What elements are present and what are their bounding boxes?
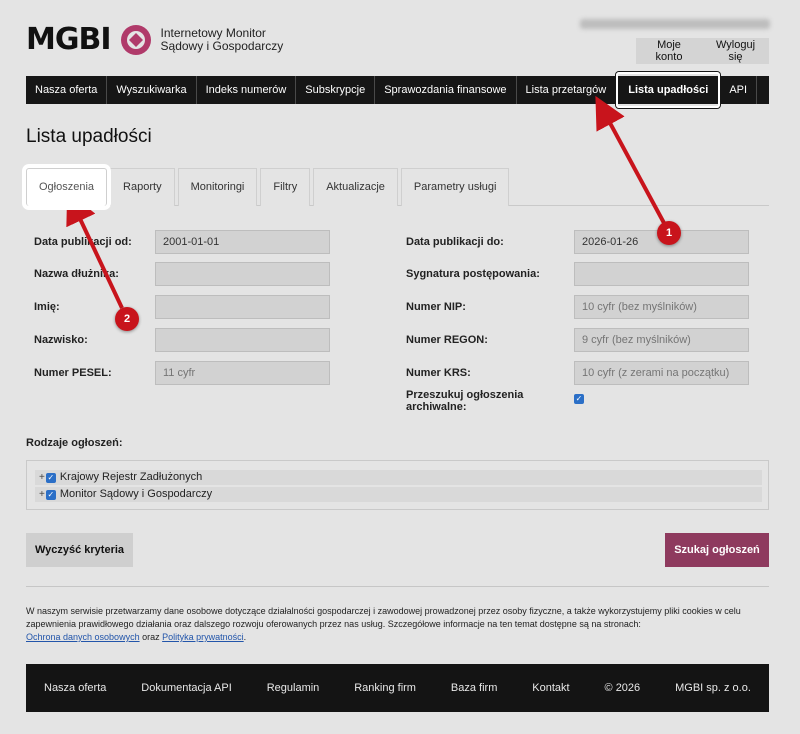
last-name-input[interactable] bbox=[155, 328, 330, 352]
nip-input[interactable] bbox=[574, 295, 749, 319]
nav-item-subscriptions[interactable]: Subskrypcje bbox=[296, 76, 376, 104]
label-case-signature: Sygnatura postępowania: bbox=[406, 268, 540, 280]
tab-monitorings[interactable]: Monitoringi bbox=[177, 168, 258, 206]
tree-item-msig[interactable]: + ✓ Monitor Sądowy i Gospodarczy bbox=[35, 487, 762, 502]
annotation-arrow-1 bbox=[595, 95, 666, 224]
annotation-badge-1: 1 bbox=[657, 221, 681, 245]
footer-company: MGBI sp. z o.o. bbox=[675, 682, 751, 694]
date-from-input[interactable] bbox=[155, 230, 330, 254]
footer-link-company-db[interactable]: Baza firm bbox=[451, 682, 497, 694]
logo-mark-icon bbox=[120, 24, 151, 55]
nav-item-offer[interactable]: Nasza oferta bbox=[26, 76, 108, 104]
label-krs: Numer KRS: bbox=[406, 367, 471, 379]
user-email-blurred bbox=[580, 19, 770, 29]
footer-link-ranking[interactable]: Ranking firm bbox=[354, 682, 416, 694]
expand-icon[interactable]: + bbox=[39, 470, 45, 485]
nav-item-financial-reports[interactable]: Sprawozdania finansowe bbox=[375, 76, 517, 104]
label-regon: Numer REGON: bbox=[406, 334, 488, 346]
footer-link-api-docs[interactable]: Dokumentacja API bbox=[141, 682, 232, 694]
nav-item-tenders[interactable]: Lista przetargów bbox=[517, 76, 617, 104]
case-signature-input[interactable] bbox=[574, 262, 749, 286]
label-last-name: Nazwisko: bbox=[34, 334, 88, 346]
label-pesel: Numer PESEL: bbox=[34, 367, 112, 379]
label-date-to: Data publikacji do: bbox=[406, 236, 504, 248]
footer-link-contact[interactable]: Kontakt bbox=[532, 682, 569, 694]
privacy-link-policy[interactable]: Polityka prywatności bbox=[162, 632, 244, 642]
main-nav: Nasza oferta Wyszukiwarka Indeks numerów… bbox=[26, 72, 769, 108]
archive-checkbox[interactable]: ✓ bbox=[574, 394, 584, 404]
label-first-name: Imię: bbox=[34, 301, 60, 313]
tab-filters[interactable]: Filtry bbox=[260, 168, 311, 206]
debtor-name-input[interactable] bbox=[155, 262, 330, 286]
tab-service-params[interactable]: Parametry usługi bbox=[400, 168, 510, 206]
logo[interactable]: MGBI Internetowy Monitor Sądowy i Gospod… bbox=[26, 22, 283, 57]
page-title: Lista upadłości bbox=[26, 126, 152, 147]
expand-icon[interactable]: + bbox=[39, 487, 45, 502]
krs-input[interactable] bbox=[574, 361, 749, 385]
logo-tagline: Internetowy Monitor Sądowy i Gospodarczy bbox=[160, 25, 284, 53]
privacy-link-data[interactable]: Ochrona danych osobowych bbox=[26, 632, 140, 642]
regon-input[interactable] bbox=[574, 328, 749, 352]
announcement-types-tree: + ✓ Krajowy Rejestr Zadłużonych + ✓ Moni… bbox=[26, 460, 769, 510]
tab-announcements[interactable]: Ogłoszenia bbox=[26, 168, 108, 206]
nav-item-api[interactable]: API bbox=[720, 76, 758, 104]
tree-checkbox-msig[interactable]: ✓ bbox=[45, 489, 56, 500]
tree-item-krz[interactable]: + ✓ Krajowy Rejestr Zadłużonych bbox=[35, 470, 762, 485]
tab-reports[interactable]: Raporty bbox=[110, 168, 175, 206]
tree-item-label: Monitor Sądowy i Gospodarczy bbox=[59, 488, 213, 500]
first-name-input[interactable] bbox=[155, 295, 330, 319]
divider bbox=[26, 586, 769, 587]
label-archive: Przeszukuj ogłoszenia archiwalne: bbox=[406, 389, 524, 413]
label-nip: Numer NIP: bbox=[406, 301, 466, 313]
announcement-types-label: Rodzaje ogłoszeń: bbox=[26, 437, 123, 449]
annotation-arrow-2 bbox=[66, 191, 124, 309]
footer-link-offer[interactable]: Nasza oferta bbox=[44, 682, 106, 694]
footer-link-terms[interactable]: Regulamin bbox=[267, 682, 320, 694]
tab-bar: Ogłoszenia Raporty Monitoringi Filtry Ak… bbox=[26, 168, 769, 206]
label-date-from: Data publikacji od: bbox=[34, 236, 132, 248]
footer: Nasza oferta Dokumentacja API Regulamin … bbox=[26, 664, 769, 712]
logo-text: MGBI bbox=[26, 22, 112, 57]
my-account-button[interactable]: Moje konto bbox=[636, 38, 702, 64]
nav-item-number-index[interactable]: Indeks numerów bbox=[197, 76, 297, 104]
tree-item-label: Krajowy Rejestr Zadłużonych bbox=[59, 471, 203, 483]
label-debtor-name: Nazwa dłużnika: bbox=[34, 268, 119, 280]
pesel-input[interactable] bbox=[155, 361, 330, 385]
annotation-badge-2: 2 bbox=[115, 307, 139, 331]
logout-button[interactable]: Wyloguj się bbox=[702, 38, 769, 64]
tab-updates[interactable]: Aktualizacje bbox=[313, 168, 398, 206]
nav-item-search[interactable]: Wyszukiwarka bbox=[107, 76, 197, 104]
tree-checkbox-krz[interactable]: ✓ bbox=[45, 472, 56, 483]
privacy-notice: W naszym serwisie przetwarzamy dane osob… bbox=[26, 606, 741, 642]
nav-item-bankruptcies[interactable]: Lista upadłości bbox=[616, 72, 721, 108]
clear-criteria-button[interactable]: Wyczyść kryteria bbox=[26, 533, 133, 567]
search-announcements-button[interactable]: Szukaj ogłoszeń bbox=[665, 533, 769, 567]
footer-copyright: © 2026 bbox=[604, 682, 641, 694]
